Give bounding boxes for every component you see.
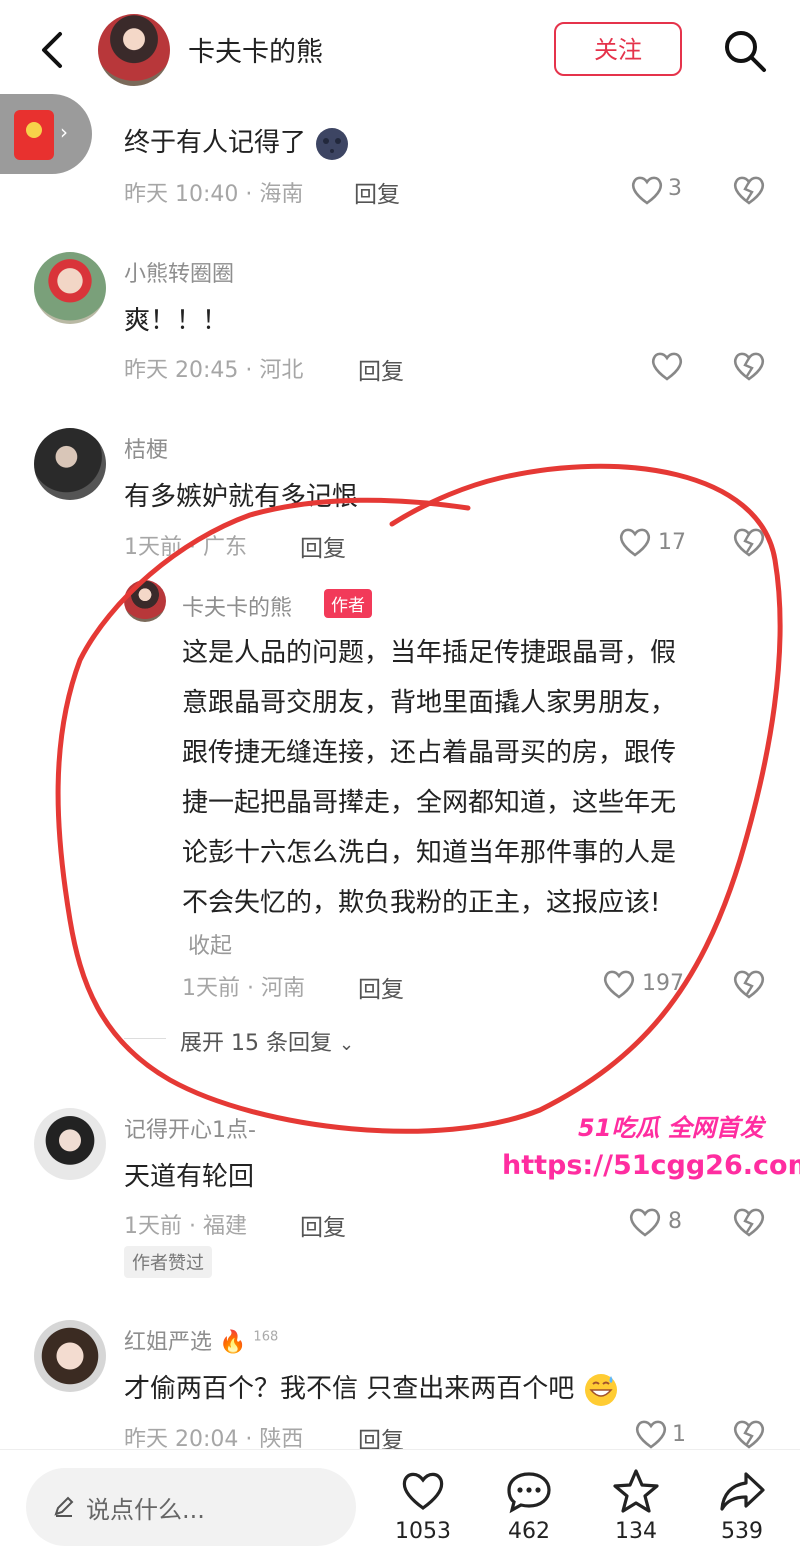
heart-icon[interactable] <box>630 174 664 206</box>
expand-replies-label: 展开 15 条回复 <box>180 1031 332 1056</box>
reply-text-line: 不会失忆的，欺负我粉的正主，这报应该! <box>182 888 661 918</box>
expand-replies-button[interactable]: 展开 15 条回复 ⌄ <box>180 1025 354 1057</box>
reply-meta: 1天前 · 河南 <box>182 976 305 1001</box>
star-total: 134 <box>615 1519 657 1544</box>
grin-sweat-emoji-icon <box>584 1373 617 1406</box>
fire-icon: 🔥 <box>219 1330 247 1355</box>
star-icon[interactable] <box>612 1468 660 1514</box>
dislike-icon[interactable] <box>732 174 766 206</box>
follow-button[interactable]: 关注 <box>554 22 682 76</box>
dislike-icon[interactable] <box>732 1418 766 1450</box>
comment-meta: 1天前 · 福建 <box>124 1214 247 1239</box>
comment-username[interactable]: 桔梗 <box>124 432 168 464</box>
like-heart-icon[interactable] <box>400 1470 446 1512</box>
collapse-button[interactable]: 收起 <box>188 928 232 960</box>
divider <box>124 1038 166 1039</box>
dislike-icon[interactable] <box>732 968 766 1000</box>
reply-button[interactable]: 回复 <box>358 970 404 1004</box>
user-level: 168 <box>253 1329 279 1345</box>
chevron-right-icon: › <box>60 120 68 144</box>
comment-username[interactable]: 小熊转圈圈 <box>124 256 234 288</box>
like-count: 8 <box>668 1209 682 1234</box>
back-arrow-icon[interactable] <box>34 28 74 72</box>
comment-meta: 昨天 20:45 · 河北 <box>124 358 304 383</box>
share-icon[interactable] <box>718 1470 766 1512</box>
like-count: 1 <box>672 1422 686 1447</box>
dislike-icon[interactable] <box>732 350 766 382</box>
pencil-icon <box>54 1496 74 1517</box>
comment-text: 终于有人记得了 <box>124 122 350 162</box>
author-tag: 作者 <box>324 589 372 618</box>
comment-meta: 1天前 · 广东 <box>124 535 247 560</box>
heart-icon[interactable] <box>650 350 684 382</box>
dislike-icon[interactable] <box>732 526 766 558</box>
comment-username[interactable]: 记得开心1点- <box>124 1112 256 1144</box>
reply-username[interactable]: 卡夫卡的熊 <box>182 590 292 622</box>
comment-text: 爽！！！ <box>124 306 229 336</box>
reply-text-line: 这是人品的问题，当年插足传捷跟晶哥，假 <box>182 638 677 668</box>
comment-input-placeholder[interactable]: 说点什么... <box>86 1490 205 1525</box>
watermark-title: 51吃瓜 全网首发 <box>578 1114 764 1142</box>
heart-icon[interactable] <box>628 1206 662 1238</box>
dislike-icon[interactable] <box>732 1206 766 1238</box>
user-avatar[interactable] <box>34 428 106 500</box>
comment-total: 462 <box>508 1519 550 1544</box>
author-avatar[interactable] <box>98 14 170 86</box>
author-name[interactable]: 卡夫卡的熊 <box>188 30 323 69</box>
comment-text: 天道有轮回 <box>124 1162 255 1192</box>
comment-username[interactable]: 红姐严选 🔥 168 <box>124 1324 278 1356</box>
comment-bubble-icon[interactable] <box>505 1470 553 1514</box>
reply-button[interactable]: 回复 <box>300 529 346 563</box>
user-avatar[interactable] <box>34 1320 106 1392</box>
username-label: 红姐严选 <box>124 1330 213 1355</box>
chevron-down-icon: ⌄ <box>338 1034 355 1055</box>
reply-text-line: 论彭十六怎么洗白，知道当年那件事的人是 <box>182 838 677 868</box>
search-icon[interactable] <box>722 28 768 74</box>
comment-text-label: 才偷两百个？我不信 只查出来两百个吧 <box>124 1374 575 1404</box>
watermark-url: https://51cgg26.com <box>502 1150 800 1181</box>
reply-button[interactable]: 回复 <box>300 1208 346 1242</box>
user-avatar[interactable] <box>34 252 106 324</box>
reply-button[interactable]: 回复 <box>358 352 404 386</box>
reply-text-line: 跟传捷无缝连接，还占着晶哥买的房，跟传 <box>182 738 677 768</box>
like-count: 197 <box>642 971 684 996</box>
like-count: 3 <box>668 176 682 201</box>
author-liked-badge: 作者赞过 <box>124 1246 212 1278</box>
comment-text: 有多嫉妒就有多记恨 <box>124 482 359 512</box>
reply-text: 这是人品的问题，当年插足传捷跟晶哥，假 意跟晶哥交朋友，背地里面撬人家男朋友， … <box>182 632 762 932</box>
like-count: 17 <box>658 530 686 555</box>
like-total: 1053 <box>395 1519 451 1544</box>
heart-icon[interactable] <box>634 1418 668 1450</box>
red-packet-seal <box>26 122 42 138</box>
heart-icon[interactable] <box>618 526 652 558</box>
comment-meta: 昨天 10:40 · 海南 <box>124 182 304 207</box>
reply-text-line: 意跟晶哥交朋友，背地里面撬人家男朋友， <box>182 688 677 718</box>
moon-emoji-icon <box>316 127 349 160</box>
reply-button[interactable]: 回复 <box>354 175 400 209</box>
reply-text-line: 捷一起把晶哥撵走，全网都知道，这些年无 <box>182 788 677 818</box>
heart-icon[interactable] <box>602 968 636 1000</box>
user-avatar[interactable] <box>34 1108 106 1180</box>
author-reply-avatar[interactable] <box>124 580 166 622</box>
share-total: 539 <box>721 1519 763 1544</box>
comment-text: 才偷两百个？我不信 只查出来两百个吧 <box>124 1368 619 1408</box>
